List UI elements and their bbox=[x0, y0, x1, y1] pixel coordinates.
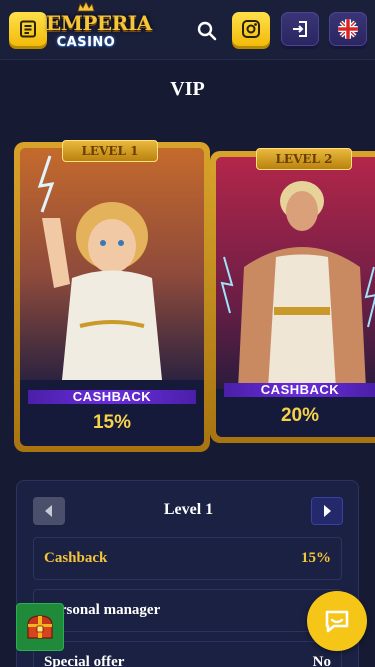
search-button[interactable] bbox=[196, 20, 218, 42]
language-button[interactable] bbox=[329, 12, 367, 46]
benefit-label: Cashback bbox=[44, 550, 108, 566]
vip-card-level-2[interactable]: CASHBACK 20% bbox=[210, 151, 375, 443]
menu-button[interactable] bbox=[9, 12, 47, 46]
cashback-value: 15% bbox=[92, 412, 132, 433]
chat-button[interactable] bbox=[307, 591, 367, 651]
login-icon bbox=[293, 21, 307, 37]
vip-card-body: CASHBACK 15% bbox=[20, 148, 204, 446]
young-zeus-illustration bbox=[20, 148, 204, 380]
chat-icon bbox=[325, 610, 349, 633]
brand-logo[interactable]: EMPERIA CASINO bbox=[46, 2, 152, 58]
cashback-label: CASHBACK bbox=[28, 390, 196, 404]
benefit-row-personal-manager: Personal manager bbox=[33, 589, 342, 632]
cashback-value: 20% bbox=[280, 405, 320, 426]
vip-card-level-1[interactable]: CASHBACK 15% bbox=[14, 142, 210, 452]
uk-flag-icon bbox=[338, 19, 358, 39]
caret-right-icon bbox=[324, 505, 331, 517]
benefit-value: 15% bbox=[301, 550, 331, 566]
user-settings-icon bbox=[242, 20, 260, 38]
page-title: VIP bbox=[170, 78, 205, 100]
logo-text-top: EMPERIA bbox=[46, 11, 152, 35]
treasure-chest-button[interactable] bbox=[16, 603, 64, 651]
top-header: EMPERIA CASINO bbox=[0, 0, 375, 60]
vip-card-body: CASHBACK 20% bbox=[216, 157, 375, 437]
list-icon bbox=[20, 20, 36, 38]
treasure-chest-icon bbox=[27, 615, 53, 639]
benefit-row-special-offer: Special offer No bbox=[33, 641, 342, 667]
profile-button[interactable] bbox=[232, 12, 270, 46]
benefit-row-cashback: Cashback 15% bbox=[33, 537, 342, 580]
level-badge: LEVEL 1 bbox=[62, 140, 158, 162]
zeus-illustration bbox=[216, 157, 375, 389]
level-name: Level 1 bbox=[163, 501, 214, 518]
next-level-button[interactable] bbox=[311, 497, 343, 525]
level-details-panel: Level 1 Cashback 15% Personal manager Sp… bbox=[16, 480, 359, 667]
benefit-value: No bbox=[312, 654, 331, 667]
login-button[interactable] bbox=[281, 12, 319, 46]
benefit-label: Special offer bbox=[44, 654, 125, 667]
cashback-label: CASHBACK bbox=[224, 383, 375, 397]
level-badge: LEVEL 2 bbox=[256, 148, 352, 170]
search-icon bbox=[197, 21, 217, 41]
logo-text-bottom: CASINO bbox=[56, 35, 116, 50]
